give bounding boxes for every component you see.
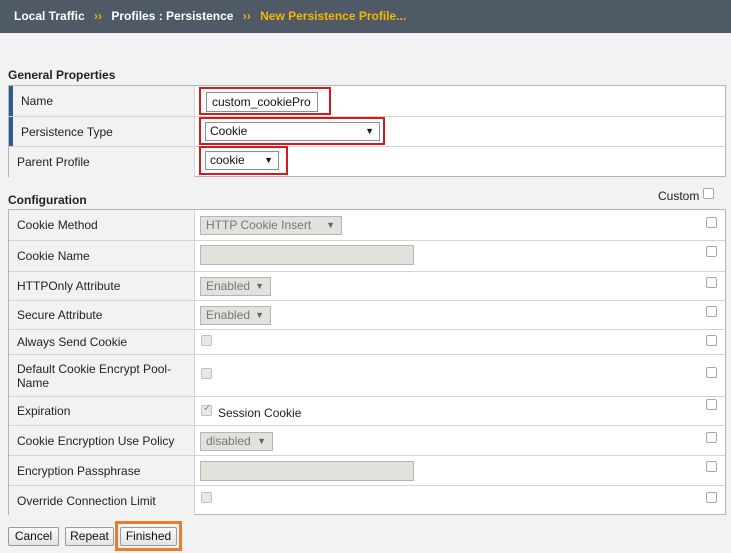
session-cookie-checkbox[interactable]	[201, 403, 212, 416]
expiration-label: Expiration	[9, 397, 195, 425]
configuration-title: Configuration	[8, 193, 87, 207]
finished-button[interactable]: Finished	[120, 527, 177, 546]
encryption-passphrase-input[interactable]	[200, 461, 414, 481]
config-row: Cookie Method	[9, 210, 725, 241]
secure-attribute-value: Enabled	[206, 308, 251, 322]
dropdown-arrow-icon: ▼	[257, 436, 266, 446]
custom-checkbox-override-connection-limit[interactable]	[706, 492, 717, 503]
parent-profile-label: Parent Profile	[9, 147, 195, 177]
persistence-type-select[interactable]: Cookie ▼	[205, 122, 380, 141]
name-row: Name	[9, 86, 725, 117]
breadcrumb-separator: ››	[94, 9, 103, 23]
breadcrumb-middle[interactable]: Profiles : Persistence	[111, 9, 233, 23]
config-row: Expiration	[9, 397, 725, 426]
name-label: Name	[9, 86, 195, 116]
dropdown-arrow-icon: ▼	[326, 220, 335, 230]
override-connection-limit-checkbox[interactable]	[201, 492, 212, 503]
dropdown-arrow-icon: ▼	[365, 126, 374, 136]
dropdown-arrow-icon: ▼	[255, 281, 264, 291]
httponly-attribute-select[interactable]: Enabled ▼	[200, 277, 271, 296]
always-send-cookie-label: Always Send Cookie	[9, 330, 195, 354]
httponly-attribute-label: HTTPOnly Attribute	[9, 272, 195, 300]
cookie-encryption-use-policy-select[interactable]: disabled ▼	[200, 432, 273, 451]
breadcrumb: Local Traffic ›› Profiles : Persistence …	[0, 0, 731, 33]
config-row: Always Send Cookie	[9, 330, 725, 355]
session-cookie-label: Session Cookie	[218, 406, 302, 420]
dropdown-arrow-icon: ▼	[255, 310, 264, 320]
config-row: Cookie Encryption Use Policy	[9, 426, 725, 456]
dropdown-arrow-icon: ▼	[264, 155, 273, 165]
httponly-attribute-value: Enabled	[206, 279, 251, 293]
config-row: HTTPOnly Attribute	[9, 272, 725, 301]
custom-checkbox-default-cookie-encrypt-pool-name[interactable]	[706, 367, 717, 378]
custom-checkbox-httponly-attribute[interactable]	[706, 277, 717, 288]
breadcrumb-current: New Persistence Profile...	[260, 9, 407, 23]
name-input[interactable]: custom_cookiePro	[206, 92, 318, 112]
custom-checkbox-encryption-passphrase[interactable]	[706, 461, 717, 472]
custom-checkbox-always-send-cookie[interactable]	[706, 335, 717, 346]
config-row: Default Cookie Encrypt Pool-Name	[9, 355, 725, 397]
default-cookie-encrypt-pool-name-checkbox[interactable]	[201, 368, 212, 379]
override-connection-limit-label: Override Connection Limit	[9, 486, 195, 516]
parent-profile-select[interactable]: cookie ▼	[205, 151, 279, 170]
custom-checkbox-cookie-method[interactable]	[706, 217, 717, 228]
custom-label: Custom	[658, 189, 700, 203]
cookie-method-select[interactable]: HTTP Cookie Insert ▼	[200, 216, 342, 235]
always-send-cookie-checkbox[interactable]	[201, 335, 212, 346]
parent-profile-row: Parent Profile	[9, 147, 725, 177]
cookie-name-input[interactable]	[200, 245, 414, 265]
secure-attribute-label: Secure Attribute	[9, 301, 195, 329]
custom-all-checkbox[interactable]	[703, 188, 714, 199]
persistence-type-value: Cookie	[210, 124, 248, 138]
cookie-encryption-use-policy-value: disabled	[206, 434, 251, 448]
cookie-encryption-use-policy-label: Cookie Encryption Use Policy	[9, 426, 195, 455]
persistence-type-label: Persistence Type	[9, 117, 195, 146]
config-row: Secure Attribute	[9, 301, 725, 330]
cookie-method-label: Cookie Method	[9, 210, 195, 240]
cookie-name-label: Cookie Name	[9, 241, 195, 271]
secure-attribute-select[interactable]: Enabled ▼	[200, 306, 271, 325]
general-properties-title: General Properties	[8, 68, 116, 82]
parent-profile-value: cookie	[210, 153, 245, 167]
custom-checkbox-expiration[interactable]	[706, 399, 717, 410]
config-row: Override Connection Limit	[9, 486, 725, 516]
breadcrumb-root[interactable]: Local Traffic	[14, 9, 85, 23]
encryption-passphrase-label: Encryption Passphrase	[9, 456, 195, 485]
custom-checkbox-cookie-name[interactable]	[706, 246, 717, 257]
breadcrumb-separator: ››	[242, 9, 251, 23]
cookie-method-value: HTTP Cookie Insert	[206, 218, 312, 232]
repeat-button[interactable]: Repeat	[65, 527, 114, 546]
default-cookie-encrypt-pool-name-label: Default Cookie Encrypt Pool-Name	[9, 355, 195, 396]
custom-checkbox-secure-attribute[interactable]	[706, 306, 717, 317]
custom-checkbox-cookie-encryption-use-policy[interactable]	[706, 432, 717, 443]
cancel-button[interactable]: Cancel	[8, 527, 59, 546]
